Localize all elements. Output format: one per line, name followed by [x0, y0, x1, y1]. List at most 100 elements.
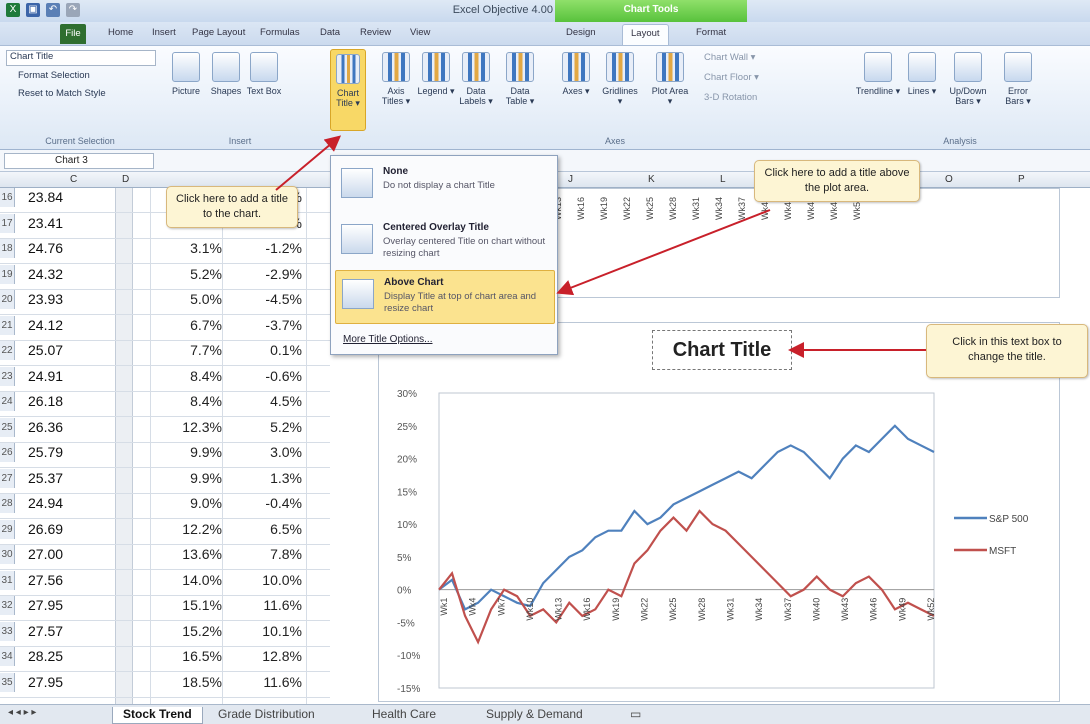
- row-number[interactable]: 29: [0, 519, 15, 539]
- row-number[interactable]: 30: [0, 545, 15, 564]
- table-row[interactable]: 21 24.12 6.7% -3.7%: [0, 315, 330, 341]
- cell-c[interactable]: 26.69: [22, 520, 122, 539]
- error-bars-button[interactable]: Error Bars ▾: [998, 52, 1038, 106]
- cell-c[interactable]: 27.57: [22, 622, 122, 641]
- tab-data[interactable]: Data: [320, 27, 340, 38]
- chart-floor-button[interactable]: Chart Floor ▾: [704, 72, 759, 83]
- cell-e[interactable]: 16.5%: [152, 647, 222, 666]
- table-row[interactable]: 32 27.95 15.1% 11.6%: [0, 596, 330, 621]
- column-header[interactable]: J: [568, 174, 573, 185]
- row-number[interactable]: 20: [0, 290, 15, 309]
- cell-e[interactable]: 5.2%: [152, 265, 222, 284]
- name-box[interactable]: Chart 3: [4, 153, 154, 169]
- chart-wall-button[interactable]: Chart Wall ▾: [704, 52, 755, 63]
- cell-f[interactable]: -0.6%: [222, 367, 306, 386]
- cell-c[interactable]: 23.84: [22, 188, 122, 207]
- cell-e[interactable]: 5.0%: [152, 290, 222, 309]
- table-row[interactable]: 27 25.37 9.9% 1.3%: [0, 468, 330, 494]
- cell-e[interactable]: 8.4%: [152, 367, 222, 386]
- row-number[interactable]: 28: [0, 494, 15, 513]
- table-row[interactable]: 19 24.32 5.2% -2.9%: [0, 264, 330, 290]
- table-row[interactable]: 33 27.57 15.2% 10.1%: [0, 621, 330, 647]
- menu-item-above-chart[interactable]: Above Chart Display Title at top of char…: [335, 270, 555, 324]
- worksheet-grid[interactable]: 16 23.84 1.2% -4.8%17 23.41 1.6% -6.5%18…: [0, 188, 380, 704]
- cell-c[interactable]: 23.41: [22, 214, 122, 233]
- up-down-bars-button[interactable]: Up/Down Bars ▾: [944, 52, 992, 106]
- column-header[interactable]: K: [648, 174, 655, 185]
- cell-c[interactable]: 26.18: [22, 392, 122, 411]
- tab-insert[interactable]: Insert: [152, 27, 176, 38]
- cell-f[interactable]: 10.0%: [222, 571, 306, 590]
- cell-f[interactable]: 12.8%: [222, 647, 306, 666]
- cell-e[interactable]: 6.7%: [152, 316, 222, 335]
- cell-f[interactable]: -1.2%: [222, 239, 306, 258]
- cell-c[interactable]: 25.07: [22, 341, 122, 360]
- cell-e[interactable]: 9.9%: [152, 469, 222, 488]
- series-line-msft[interactable]: [438, 509, 935, 645]
- cell-c[interactable]: 27.95: [22, 673, 122, 692]
- cell-c[interactable]: 27.95: [22, 596, 122, 615]
- format-selection-button[interactable]: Format Selection: [6, 70, 90, 81]
- cell-c[interactable]: 27.56: [22, 571, 122, 590]
- chart-title-textbox[interactable]: Chart Title: [652, 330, 792, 370]
- cell-c[interactable]: 26.36: [22, 418, 122, 437]
- cell-c[interactable]: 25.37: [22, 469, 122, 488]
- shapes-button[interactable]: Shapes: [206, 52, 246, 96]
- reset-to-match-style-button[interactable]: Reset to Match Style: [6, 88, 106, 99]
- row-number[interactable]: 23: [0, 366, 15, 386]
- plot-area-button[interactable]: Plot Area ▾: [650, 52, 690, 106]
- row-number[interactable]: 26: [0, 443, 15, 462]
- cell-e[interactable]: 9.0%: [152, 494, 222, 513]
- cell-f[interactable]: 1.3%: [222, 469, 306, 488]
- table-row[interactable]: 29 26.69 12.2% 6.5%: [0, 519, 330, 545]
- sheet-tab-health-care[interactable]: Health Care: [372, 707, 436, 721]
- cell-f[interactable]: -2.9%: [222, 265, 306, 284]
- tab-page-layout[interactable]: Page Layout: [192, 27, 245, 38]
- insert-sheet-icon[interactable]: ▭: [630, 707, 641, 721]
- table-row[interactable]: 25 26.36 12.3% 5.2%: [0, 417, 330, 443]
- cell-f[interactable]: -4.5%: [222, 290, 306, 309]
- column-header[interactable]: L: [720, 174, 726, 185]
- cell-e[interactable]: 15.1%: [152, 596, 222, 615]
- tab-formulas[interactable]: Formulas: [260, 27, 300, 38]
- row-number[interactable]: 19: [0, 264, 15, 284]
- data-table-button[interactable]: Data Table ▾: [500, 52, 540, 106]
- table-row[interactable]: 28 24.94 9.0% -0.4%: [0, 494, 330, 519]
- sheet-nav-icon[interactable]: ◂ ◂ ▸ ▸: [8, 707, 36, 718]
- cell-e[interactable]: 12.2%: [152, 520, 222, 539]
- row-number[interactable]: 35: [0, 672, 15, 692]
- cell-f[interactable]: 11.6%: [222, 673, 306, 692]
- lines-button[interactable]: Lines ▾: [904, 52, 940, 96]
- cell-c[interactable]: 23.93: [22, 290, 122, 309]
- cell-c[interactable]: 24.76: [22, 239, 122, 258]
- tab-home[interactable]: Home: [108, 27, 133, 38]
- rotation-button[interactable]: 3-D Rotation: [704, 92, 757, 103]
- cell-e[interactable]: 14.0%: [152, 571, 222, 590]
- cell-f[interactable]: -0.4%: [222, 494, 306, 513]
- tab-design[interactable]: Design: [566, 27, 596, 38]
- cell-e[interactable]: 13.6%: [152, 545, 222, 564]
- trendline-button[interactable]: Trendline ▾: [854, 52, 902, 96]
- row-number[interactable]: 21: [0, 315, 15, 335]
- data-labels-button[interactable]: Data Labels ▾: [456, 52, 496, 106]
- row-number[interactable]: 22: [0, 341, 15, 360]
- row-number[interactable]: 27: [0, 468, 15, 488]
- cell-c[interactable]: 24.91: [22, 367, 122, 386]
- line-chart[interactable]: 30% 25% 20% 15% 10% 5% 0% -5% -10% -15% S&P 500 MSF…: [378, 322, 1060, 702]
- column-header[interactable]: O: [945, 174, 953, 185]
- tab-format[interactable]: Format: [696, 27, 726, 38]
- row-number[interactable]: 33: [0, 621, 15, 641]
- menu-item-centered-overlay[interactable]: Centered Overlay Title Overlay centered …: [335, 216, 555, 270]
- cell-c[interactable]: 27.00: [22, 545, 122, 564]
- cell-e[interactable]: 8.4%: [152, 392, 222, 411]
- cell-f[interactable]: 4.5%: [222, 392, 306, 411]
- cell-c[interactable]: 24.12: [22, 316, 122, 335]
- row-number[interactable]: 17: [0, 213, 15, 233]
- cell-e[interactable]: 18.5%: [152, 673, 222, 692]
- row-number[interactable]: 25: [0, 417, 15, 437]
- row-number[interactable]: 31: [0, 570, 15, 590]
- tab-review[interactable]: Review: [360, 27, 391, 38]
- cell-c[interactable]: 28.25: [22, 647, 122, 666]
- row-number[interactable]: 34: [0, 647, 15, 666]
- gridlines-button[interactable]: Gridlines ▾: [600, 52, 640, 106]
